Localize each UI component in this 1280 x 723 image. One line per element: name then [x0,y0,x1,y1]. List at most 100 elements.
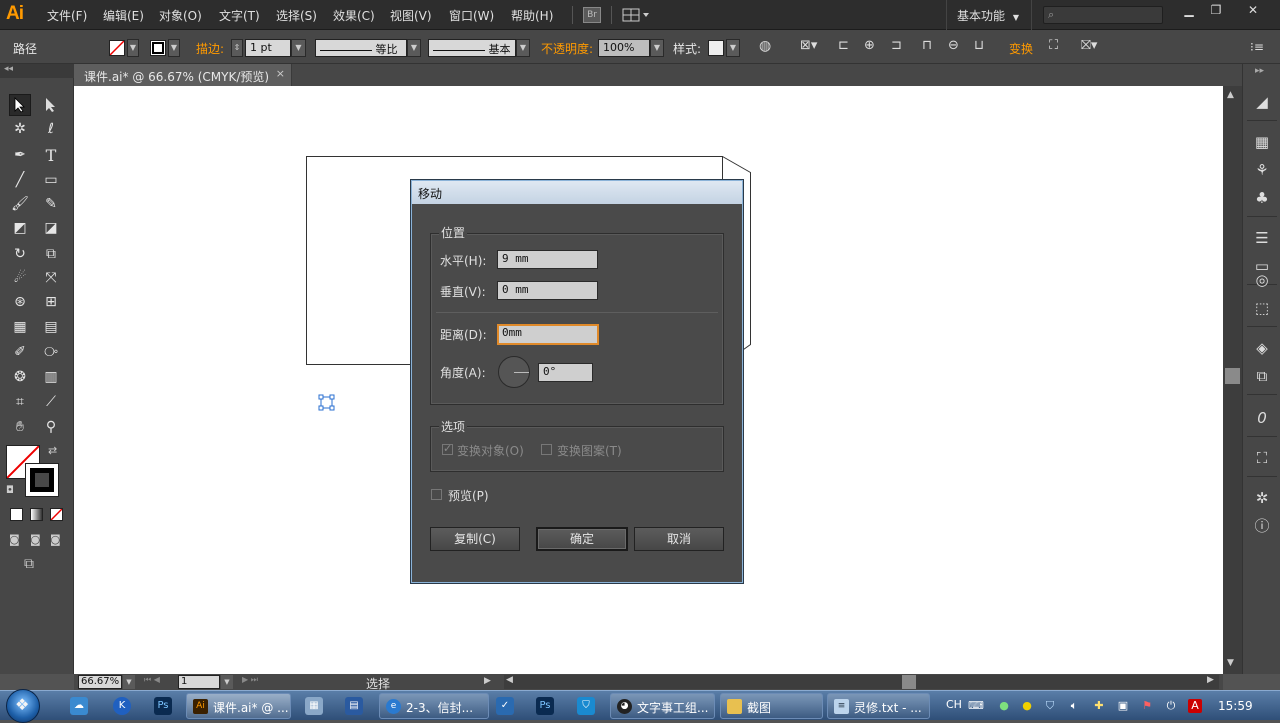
app-quick-icon[interactable]: ✓ [496,697,514,715]
menu-view[interactable]: 视图(V) [390,7,432,24]
horizontal-scrollbar[interactable]: ◀ ▶ [504,675,1219,689]
stroke-label[interactable]: 描边: [196,40,224,57]
cancel-button[interactable]: 取消 [634,527,724,551]
symbols-icon[interactable]: ♣ [1252,188,1272,208]
draw-normal-icon[interactable]: ◙ [9,533,20,546]
angle-dial-icon[interactable] [498,356,530,388]
keyboard-icon[interactable]: ⌨ [968,699,984,713]
network-app-icon[interactable]: ☁ [70,697,88,715]
align-bottom-icon[interactable]: ⊔ [974,38,984,53]
zoom-dropdown[interactable]: ▼ [123,675,135,689]
recolor-artwork-icon[interactable]: ◍ [759,38,771,54]
taskbar-task-notepad[interactable]: ≡ 灵修.txt - ... [827,693,930,719]
artboard-tool-icon[interactable]: ⌗ [9,391,31,413]
taskbar-task-qq[interactable]: ◕ 文字事工组... [610,693,715,719]
menu-select[interactable]: 选择(S) [276,7,317,24]
vertical-field[interactable]: 0 mm [497,281,598,300]
column-graph-tool-icon[interactable]: ▥ [40,366,62,388]
paintbrush-tool-icon[interactable]: 🖌︎ [9,193,31,215]
taskbar-task-browser[interactable]: e 2-3、信封... [379,693,489,719]
horizontal-scroll-thumb[interactable] [902,675,916,689]
graphic-style-swatch[interactable] [708,40,724,56]
bounding-box-handle-icon[interactable] [318,394,335,411]
isolate-icon[interactable]: ⛶ [1049,38,1058,53]
stroke-swatch[interactable] [150,40,166,56]
variable-width-profile[interactable]: 等比 [315,39,407,57]
opacity-dropdown[interactable]: ▼ [650,39,664,57]
symbol-sprayer-tool-icon[interactable]: ❂ [9,366,31,388]
profile-dropdown[interactable]: ▼ [407,39,421,57]
network-add-icon[interactable]: ✚ [1092,699,1106,713]
volume-icon[interactable]: 🔈︎ [1067,699,1081,713]
next-artboard-icon[interactable]: ▶ ⏭ [242,675,258,685]
lasso-tool-icon[interactable]: ℓ [40,118,62,140]
fill-swatch[interactable] [109,40,125,56]
eyedropper-tool-icon[interactable]: ✐ [9,341,31,363]
screen-mode-icon[interactable]: ⧉ [24,556,34,572]
minimize-button[interactable]: ▁ [1180,3,1198,19]
distance-field[interactable]: 0mm [497,324,599,345]
scroll-right-icon[interactable]: ▶ [1207,675,1214,685]
opacity-label[interactable]: 不透明度: [541,40,593,57]
scale-tool-icon[interactable]: ⧉ [40,243,62,265]
gradient-mode-icon[interactable] [30,508,43,521]
taskbar-task-illustrator[interactable]: Ai 课件.ai* @ ... [186,693,291,719]
align-right-icon[interactable]: ⊐ [891,38,902,53]
taskbar-clock[interactable]: 15:59 [1218,699,1253,713]
hand-tool-icon[interactable]: ✋︎ [9,416,31,438]
brush-definition[interactable]: 基本 [428,39,516,57]
copy-button[interactable]: 复制(C) [430,527,520,551]
shape-builder-tool-icon[interactable]: ⊛ [9,291,31,313]
brushes-icon[interactable]: ⚘ [1252,160,1272,180]
free-transform-tool-icon[interactable]: ⤧ [40,267,62,289]
stroke-weight-stepper[interactable]: ⇕ [231,39,243,57]
ok-button[interactable]: 确定 [536,527,628,551]
color-guide-icon[interactable]: ◢ [1252,92,1272,112]
shield-icon[interactable]: ⛉ [1043,699,1057,713]
gradient-tool-icon[interactable]: ▤ [40,316,62,338]
menu-file[interactable]: 文件(F) [47,7,87,24]
horizontal-field[interactable]: 9 mm [497,250,598,269]
line-tool-icon[interactable]: ╱ [9,169,31,191]
input-language[interactable]: CH [946,698,962,711]
more-options-icon[interactable]: ⛝▾ [1081,38,1097,53]
appearance-icon[interactable]: ⬚ [1252,298,1272,318]
stroke-weight-dropdown[interactable]: ▼ [291,39,306,57]
close-window-button[interactable]: ✕ [1244,3,1262,19]
expand-panels-icon[interactable]: ▸▸ [1255,66,1264,76]
network-icon[interactable]: ▣ [1116,699,1130,713]
status-menu-icon[interactable]: ▶ [484,676,491,686]
default-colors-icon[interactable]: ◘ [6,485,14,496]
draw-inside-icon[interactable]: ◙ [50,533,61,546]
start-button[interactable] [6,689,40,723]
zoom-tool-icon[interactable]: ⚲ [40,416,62,438]
document-tab[interactable]: 课件.ai* @ 66.67% (CMYK/预览) × [74,64,292,86]
warp-tool-icon[interactable]: ☄ [9,267,31,289]
align-middle-icon[interactable]: ⊖ [948,38,959,53]
first-artboard-icon[interactable]: ⏮ ◀ [144,675,160,685]
menu-help[interactable]: 帮助(H) [511,7,553,24]
stroke-color-box[interactable] [25,463,59,497]
swap-colors-icon[interactable]: ⇄ [48,444,57,457]
qq-tray-icon[interactable]: ● [1020,699,1034,713]
flag-icon[interactable]: ⚑ [1140,699,1154,713]
blob-brush-tool-icon[interactable]: ◩ [9,217,31,239]
transform-objects-label[interactable]: 变换对象(O) [457,442,524,459]
photoshop-quick-icon[interactable]: Ps [154,697,172,715]
magic-wand-tool-icon[interactable]: ✲ [9,118,31,140]
slice-tool-icon[interactable]: ⟋ [40,391,62,413]
transform-panel-icon[interactable]: ⛶ [1252,448,1272,468]
stroke-dropdown[interactable]: ▼ [168,39,180,57]
transparency-icon[interactable]: ◎ [1252,270,1272,290]
perspective-grid-tool-icon[interactable]: ⊞ [40,291,62,313]
power-icon[interactable]: ⏻ [1164,699,1178,713]
artboards-icon[interactable]: ⧉ [1252,366,1272,386]
tools-panel-header[interactable]: ◂◂ [0,64,74,78]
menu-type[interactable]: 文字(T) [219,7,260,24]
workspace-switcher[interactable]: 基本功能 ▼ [946,0,1032,30]
transform-objects-checkbox[interactable] [442,442,453,455]
restore-button[interactable]: ❐ [1207,3,1225,19]
align-top-icon[interactable]: ⊓ [922,38,932,53]
draw-behind-icon[interactable]: ◙ [30,533,41,546]
dialog-title[interactable]: 移动 [412,181,742,204]
